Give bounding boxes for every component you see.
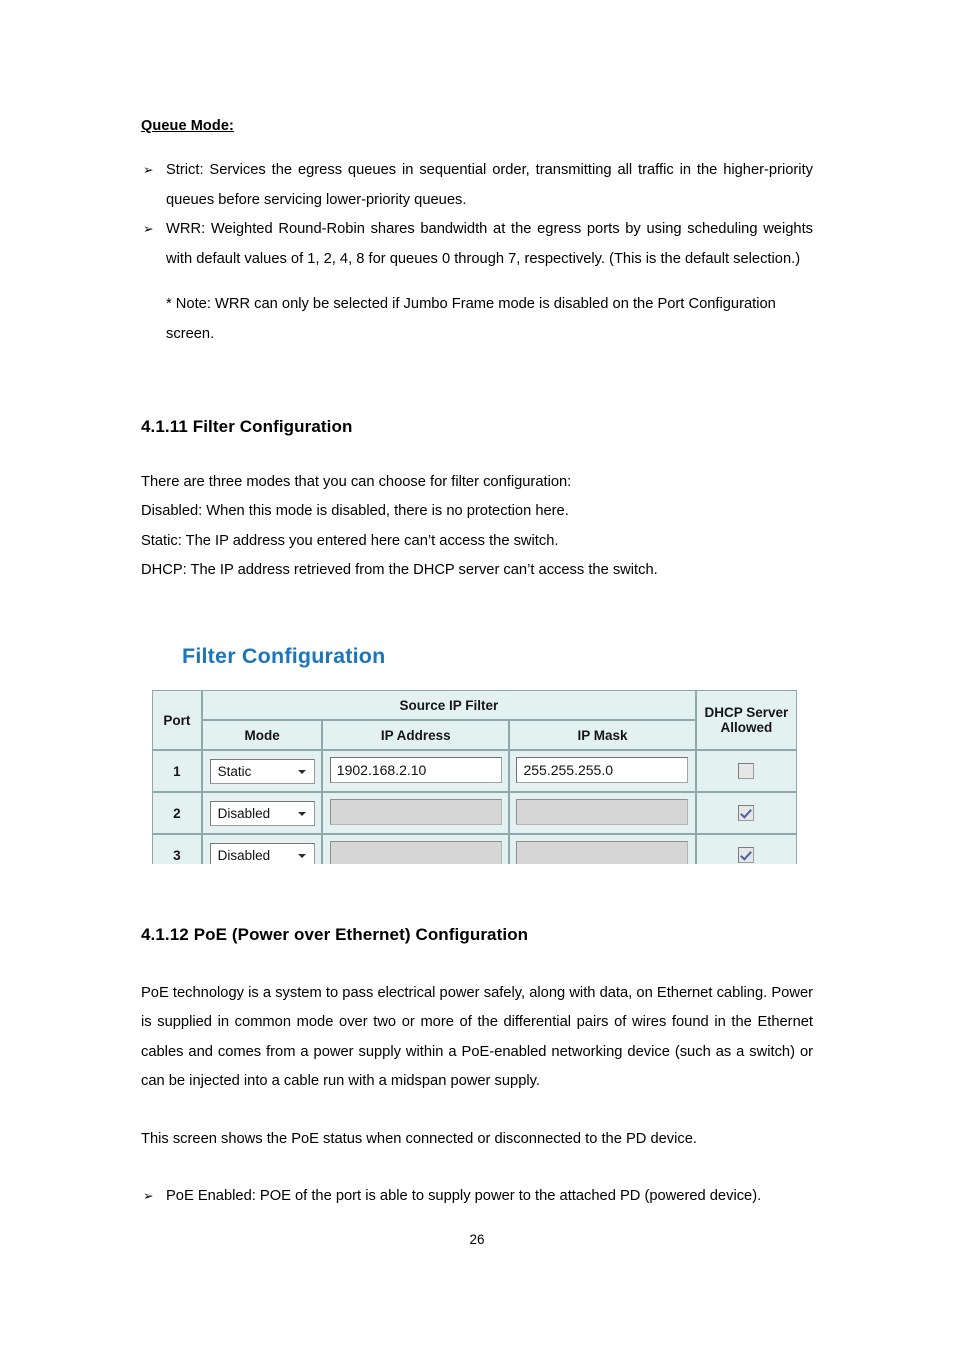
table-header-row-top: Port Source IP Filter DHCP Server Allowe… (152, 690, 797, 750)
cell-dhcp-allowed (695, 750, 797, 792)
cell-ip-mask: 255.255.255.0 (509, 750, 696, 792)
cell-port-number: 1 (152, 750, 202, 792)
ip-mask-input-port-1[interactable]: 255.255.255.0 (516, 756, 689, 783)
dhcp-header-line-2: Allowed (720, 720, 773, 735)
mode-select-port-2[interactable]: Disabled (209, 800, 315, 826)
ip-address-input-port-2[interactable] (329, 798, 502, 825)
filter-mode-static-line: Static: The IP address you entered here … (141, 532, 559, 549)
cell-mode: Disabled (201, 792, 323, 834)
arrow-bullet-icon: ➢ (143, 163, 154, 177)
mode-select-value: Static (217, 763, 252, 779)
list-item-text: Strict: Services the egress queues in se… (166, 162, 813, 208)
cell-ip-address: 1902.168.2.10 (322, 750, 510, 792)
cell-port-number: 2 (152, 792, 202, 834)
queue-mode-note: * Note: WRR can only be selected if Jumb… (166, 296, 776, 342)
section-heading-poe-configuration: 4.1.12 PoE (Power over Ethernet) Configu… (141, 925, 529, 944)
arrow-bullet-icon: ➢ (143, 1189, 154, 1204)
cell-dhcp-allowed (695, 834, 797, 864)
poe-bullet-list: ➢ PoE Enabled: POE of the port is able t… (141, 1182, 813, 1212)
cell-ip-address (322, 792, 510, 834)
cell-port-number: 3 (152, 834, 202, 864)
list-item-text: WRR: Weighted Round-Robin shares bandwid… (166, 221, 813, 267)
poe-description-paragraph: PoE technology is a system to pass elect… (141, 985, 813, 1089)
queue-mode-bullet-list: ➢ Strict: Services the egress queues in … (141, 156, 813, 274)
chevron-down-icon (297, 811, 306, 816)
chevron-down-icon (297, 769, 306, 774)
filter-configuration-screenshot: Filter Configuration Port Source IP Filt… (150, 636, 810, 864)
table-row: 3 Disabled (152, 834, 797, 864)
column-header-ip-address: IP Address (322, 720, 510, 750)
list-item: ➢ PoE Enabled: POE of the port is able t… (141, 1182, 813, 1212)
cell-dhcp-allowed (695, 792, 797, 834)
column-header-port: Port (152, 690, 202, 750)
list-item: ➢ WRR: Weighted Round-Robin shares bandw… (141, 215, 813, 274)
filter-configuration-table: Port Source IP Filter DHCP Server Allowe… (152, 690, 797, 864)
dhcp-allowed-checkbox-port-3[interactable] (738, 847, 755, 864)
mode-select-port-1[interactable]: Static (209, 758, 315, 784)
mode-select-port-3[interactable]: Disabled (209, 842, 315, 864)
queue-mode-heading: Queue Mode: (141, 118, 234, 134)
page-number: 26 (469, 1232, 485, 1247)
mode-select-value: Disabled (217, 847, 271, 863)
ip-address-input-port-1[interactable]: 1902.168.2.10 (329, 756, 502, 783)
page-content: Queue Mode: ➢ Strict: Services the egres… (141, 118, 813, 585)
filter-mode-dhcp-line: DHCP: The IP address retrieved from the … (141, 561, 658, 578)
mode-select-value: Disabled (217, 805, 271, 821)
cell-mode: Disabled (201, 834, 323, 864)
page-content-lower: 4.1.12 PoE (Power over Ethernet) Configu… (141, 925, 813, 1212)
cell-ip-mask (509, 792, 696, 834)
poe-screen-note: This screen shows the PoE status when co… (141, 1131, 697, 1148)
table-row: 2 Disabled (152, 792, 797, 834)
document-page: Queue Mode: ➢ Strict: Services the egres… (0, 0, 954, 1351)
cell-ip-mask (509, 834, 696, 864)
dhcp-allowed-checkbox-port-1[interactable] (738, 763, 755, 780)
section-heading-filter-configuration: 4.1.11 Filter Configuration (141, 417, 353, 436)
column-header-dhcp-server-allowed: DHCP Server Allowed (695, 690, 797, 750)
ip-address-input-port-3[interactable] (329, 840, 502, 864)
column-header-source-ip-filter: Source IP Filter (201, 690, 696, 720)
dhcp-header-line-1: DHCP Server (704, 705, 789, 720)
arrow-bullet-icon: ➢ (143, 222, 154, 236)
filter-intro-line: There are three modes that you can choos… (141, 474, 572, 490)
list-item: ➢ Strict: Services the egress queues in … (141, 156, 813, 215)
screenshot-title: Filter Configuration (182, 644, 386, 668)
chevron-down-icon (297, 853, 306, 858)
column-header-mode: Mode (201, 720, 323, 750)
filter-mode-disabled-line: Disabled: When this mode is disabled, th… (141, 503, 569, 520)
cell-ip-address (322, 834, 510, 864)
list-item-text: PoE Enabled: POE of the port is able to … (166, 1188, 762, 1205)
table-row: 1 Static 1902.168.2.10 255.255.255.0 (152, 750, 797, 792)
ip-mask-input-port-2[interactable] (516, 798, 689, 825)
cell-mode: Static (201, 750, 323, 792)
column-header-ip-mask: IP Mask (509, 720, 696, 750)
dhcp-allowed-checkbox-port-2[interactable] (738, 805, 755, 822)
ip-mask-input-port-3[interactable] (516, 840, 689, 864)
